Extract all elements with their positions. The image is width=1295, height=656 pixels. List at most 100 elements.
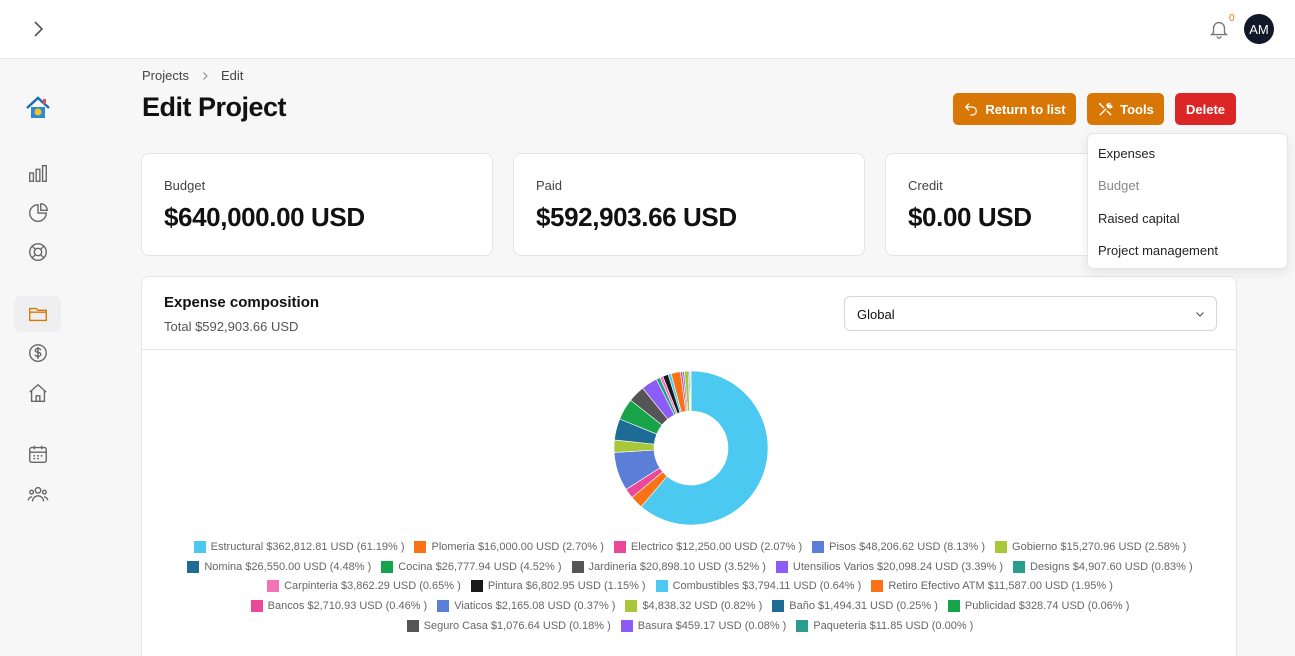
legend-item[interactable]: Carpinteria $3,862.29 USD (0.65% ) (267, 580, 461, 593)
menu-item-raised-capital[interactable]: Raised capital (1098, 211, 1180, 226)
legend-label: Combustibles $3,794.11 USD (0.64% ) (672, 580, 862, 593)
legend-item[interactable]: Baño $1,494.31 USD (0.25% ) (772, 600, 938, 613)
legend-swatch (947, 600, 960, 613)
legend-item[interactable]: Plomeria $16,000.00 USD (2.70% ) (414, 540, 604, 553)
legend-item[interactable]: Combustibles $3,794.11 USD (0.64% ) (655, 580, 862, 593)
home-logo-icon[interactable] (24, 94, 52, 122)
legend-label: Pintura $6,802.95 USD (1.15% ) (487, 580, 646, 593)
legend-label: Carpinteria $3,862.29 USD (0.65% ) (284, 580, 461, 593)
legend-item[interactable]: Nomina $26,550.00 USD (4.48% ) (187, 560, 372, 573)
users-icon[interactable] (27, 483, 49, 505)
panel-header: Expense composition Total $592,903.66 US… (142, 277, 1236, 350)
menu-item-budget: Budget (1098, 178, 1140, 193)
calendar-icon[interactable] (27, 443, 49, 465)
legend-item[interactable]: Retiro Efectivo ATM $11,587.00 USD (1.95… (871, 580, 1113, 593)
legend-swatch (437, 600, 450, 613)
legend-item[interactable]: Publicidad $328.74 USD (0.06% ) (947, 600, 1130, 613)
return-arrow-icon (965, 103, 978, 116)
wrench-screwdriver-icon (1098, 102, 1114, 116)
lifebuoy-icon[interactable] (27, 241, 49, 263)
legend-swatch (620, 620, 633, 633)
legend-item[interactable]: Bancos $2,710.93 USD (0.46% ) (250, 600, 428, 613)
legend-label: Basura $459.17 USD (0.08% ) (637, 620, 787, 633)
bar-chart-icon[interactable] (27, 162, 49, 184)
legend-label: Viaticos $2,165.08 USD (0.37% ) (454, 600, 616, 613)
credit-label: Credit (908, 178, 943, 193)
scope-select[interactable]: Global (844, 296, 1217, 331)
legend-label: Retiro Efectivo ATM $11,587.00 USD (1.95… (888, 580, 1113, 593)
paid-value: $592,903.66 USD (536, 202, 737, 232)
legend-item[interactable]: Paqueteria $11.85 USD (0.00% ) (796, 620, 973, 633)
notification-count: 0 (1229, 13, 1235, 24)
legend-label: Seguro Casa $1,076.64 USD (0.18% ) (423, 620, 611, 633)
legend-label: Utensilios Varios $20,098.24 USD (3.39% … (792, 560, 1003, 573)
legend-swatch (250, 600, 263, 613)
legend-item[interactable]: Pintura $6,802.95 USD (1.15% ) (470, 580, 646, 593)
menu-item-expenses[interactable]: Expenses (1098, 146, 1155, 161)
top-bar: 0 AM (0, 0, 1295, 59)
legend-item[interactable]: $4,838.32 USD (0.82% ) (625, 600, 762, 613)
legend-swatch (267, 580, 280, 593)
legend-swatch (772, 600, 785, 613)
budget-value: $640,000.00 USD (164, 202, 365, 232)
legend-label: Electrico $12,250.00 USD (2.07% ) (630, 540, 803, 553)
legend-swatch (796, 620, 809, 633)
legend-swatch (655, 580, 668, 593)
chevron-right-icon[interactable] (26, 17, 50, 41)
chevron-down-icon (1196, 312, 1204, 317)
avatar[interactable]: AM (1244, 14, 1274, 44)
legend-item[interactable]: Cocina $26,777.94 USD (4.52% ) (381, 560, 562, 573)
breadcrumb-projects[interactable]: Projects (142, 68, 189, 83)
legend-item[interactable]: Utensilios Varios $20,098.24 USD (3.39% … (775, 560, 1003, 573)
legend-item[interactable]: Designs $4,907.60 USD (0.83% ) (1013, 560, 1193, 573)
return-to-list-label: Return to list (985, 101, 1066, 117)
legend-label: Publicidad $328.74 USD (0.06% ) (964, 600, 1130, 613)
legend-item[interactable]: Estructural $362,812.81 USD (61.19% ) (193, 540, 405, 553)
folder-icon[interactable] (27, 303, 49, 325)
legend-swatch (414, 540, 427, 553)
delete-label: Delete (1185, 101, 1226, 117)
house-icon[interactable] (27, 382, 49, 404)
credit-value: $0.00 USD (908, 202, 1032, 232)
legend-item[interactable]: Basura $459.17 USD (0.08% ) (620, 620, 787, 633)
legend-swatch (871, 580, 884, 593)
panel-total: Total $592,903.66 USD (164, 319, 299, 334)
legend-item[interactable]: Gobierno $15,270.96 USD (2.58% ) (995, 540, 1187, 553)
paid-label: Paid (536, 178, 563, 193)
legend-row: Bancos $2,710.93 USD (0.46% ) Viaticos $2… (142, 596, 1238, 616)
return-to-list-button[interactable]: Return to list (953, 93, 1076, 125)
menu-item-project-management[interactable]: Project management (1098, 243, 1218, 258)
legend-swatch (625, 600, 638, 613)
chevron-right-icon (203, 71, 208, 80)
legend-swatch (1013, 560, 1025, 573)
budget-label: Budget (164, 178, 206, 193)
legend-swatch (406, 620, 419, 633)
tools-dropdown-menu: Expenses Budget Raised capital Project m… (1087, 133, 1288, 269)
sidebar (0, 59, 76, 656)
legend-item[interactable]: Electrico $12,250.00 USD (2.07% ) (613, 540, 803, 553)
legend-item[interactable]: Jardineria $20,898.10 USD (3.52% ) (571, 560, 766, 573)
legend-label: Estructural $362,812.81 USD (61.19% ) (210, 540, 405, 553)
legend-swatch (470, 580, 483, 593)
legend-row: Carpinteria $3,862.29 USD (0.65% ) Pintur… (142, 577, 1238, 597)
tools-button[interactable]: Tools (1087, 93, 1164, 125)
bell-icon[interactable] (1208, 18, 1230, 40)
legend-label: Cocina $26,777.94 USD (4.52% ) (398, 560, 562, 573)
legend-label: Nomina $26,550.00 USD (4.48% ) (204, 560, 372, 573)
dollar-circle-icon[interactable] (27, 342, 49, 364)
delete-button[interactable]: Delete (1175, 93, 1236, 125)
legend-label: Gobierno $15,270.96 USD (2.58% ) (1012, 540, 1187, 553)
breadcrumb: Projects Edit (142, 68, 243, 83)
legend-item[interactable]: Viaticos $2,165.08 USD (0.37% ) (437, 600, 616, 613)
legend-swatch (775, 560, 788, 573)
legend-swatch (995, 540, 1008, 553)
expense-donut-chart (613, 370, 769, 526)
budget-card: Budget $640,000.00 USD (141, 153, 493, 256)
chart-legend: Estructural $362,812.81 USD (61.19% ) Plo… (142, 537, 1238, 636)
pie-chart-icon[interactable] (27, 202, 49, 224)
legend-item[interactable]: Pisos $48,206.62 USD (8.13% ) (812, 540, 985, 553)
legend-item[interactable]: Seguro Casa $1,076.64 USD (0.18% ) (406, 620, 611, 633)
panel-title: Expense composition (164, 294, 320, 311)
legend-label: Bancos $2,710.93 USD (0.46% ) (267, 600, 428, 613)
paid-card: Paid $592,903.66 USD (513, 153, 865, 256)
